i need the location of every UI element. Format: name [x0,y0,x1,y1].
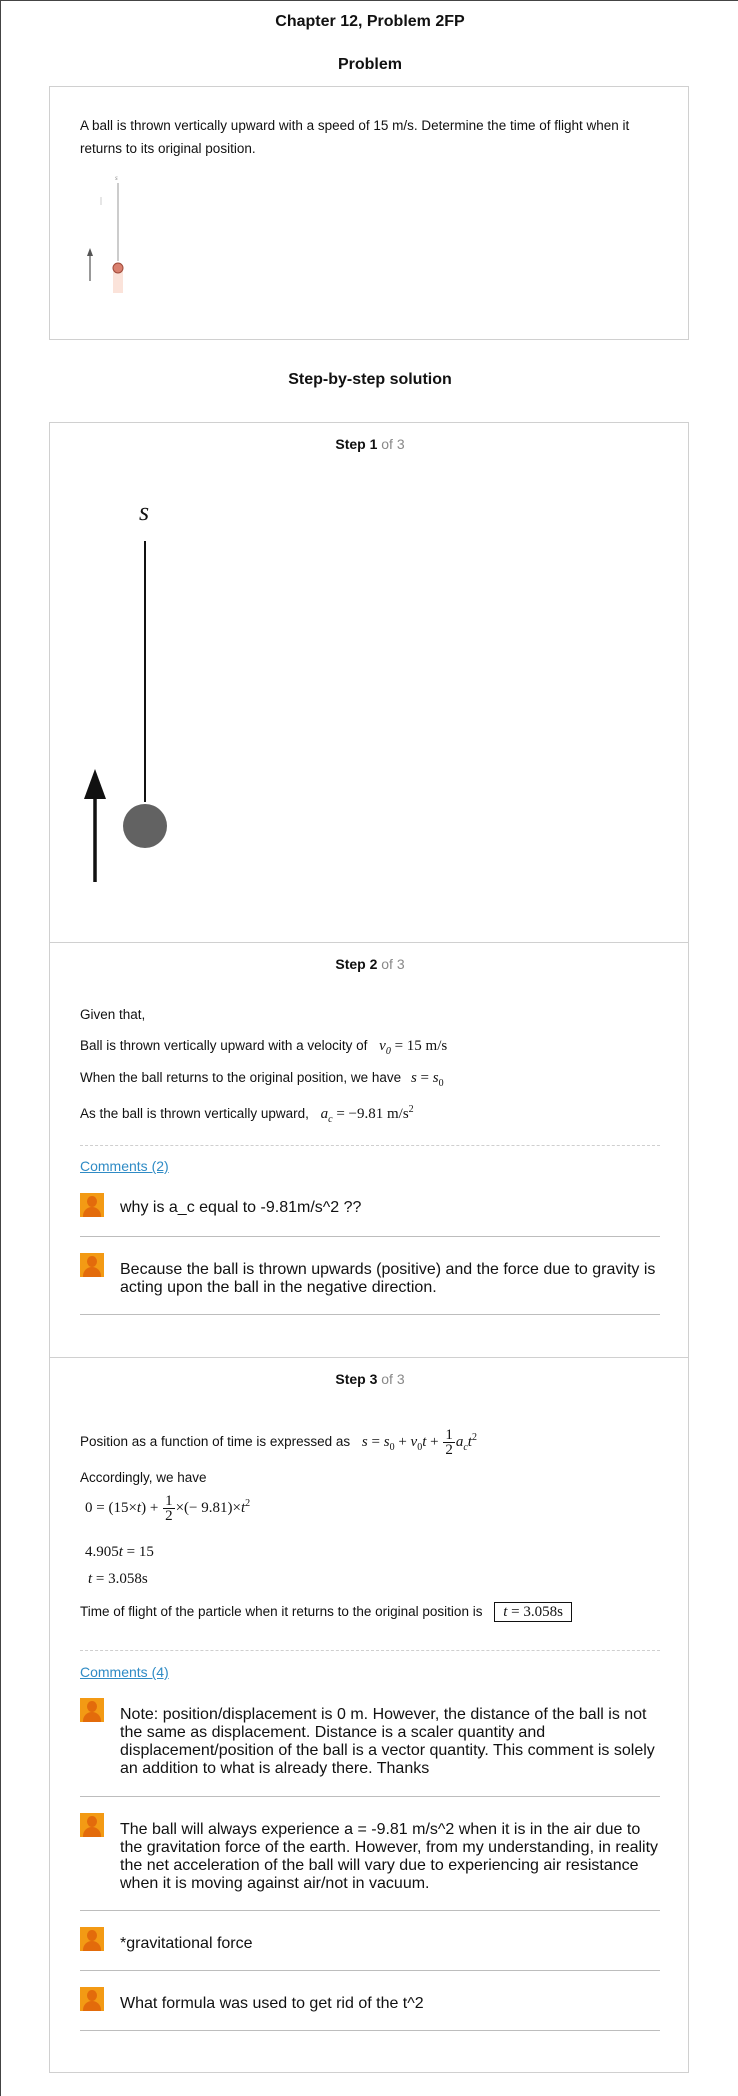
comment-text: why is a_c equal to -9.81m/s^2 ?? [120,1199,362,1216]
step-2-line-position: When the ball returns to the original po… [80,1070,444,1089]
avatar [80,1987,104,2011]
step-2-line-accel: As the ball is thrown vertically upward,… [80,1104,414,1125]
equation-2: 4.905t = 15 [85,1544,154,1560]
avatar [80,1193,104,1217]
position-function-equation: s = s0 + v0t + 1 2 act2 [361,1427,477,1459]
step-1-number: Step 1 [335,436,378,452]
comment-separator [80,1236,660,1237]
step-1-card: Step 1 of 3 s [49,422,689,943]
comment-separator [80,1910,660,1911]
step-1-figure: s [84,497,167,882]
position-equation: s = s0 [410,1070,444,1089]
comment-separator [80,1970,660,1971]
comment-text: What formula was used to get rid of the … [120,1995,424,2012]
step-3-card: Step 3 of 3 Position as a function of ti… [49,1357,689,2073]
problem-figure: s [87,174,124,293]
step-2-line-velocity: Ball is thrown vertically upward with a … [80,1038,448,1057]
comment-text: The ball will always experience a = -9.8… [120,1821,659,1892]
equation-1: 0 = (15×t) + 1 2 ×(− 9.81)×t2 [85,1493,251,1524]
problem-text: A ball is thrown vertically upward with … [80,118,630,156]
problem-figure-label: s [115,174,118,182]
step-3-number: Step 3 [335,1371,378,1387]
step-3-of: of 3 [381,1371,405,1387]
step-3-label: Step 3 of 3 [50,1371,690,1387]
step-1-figure-label: s [139,497,149,526]
step-3-line-accordingly: Accordingly, we have [80,1470,207,1485]
step-2-label: Step 2 of 3 [50,956,690,972]
step-2-number: Step 2 [335,956,378,972]
avatar [80,1253,104,1277]
comment-text: *gravitational force [120,1935,253,1952]
comments-link-step-2[interactable]: Comments (2) [80,1158,169,1174]
solution-heading: Step-by-step solution [288,371,452,388]
comments-link-step-3[interactable]: Comments (4) [80,1664,169,1680]
equation-3: t = 3.058s [88,1571,148,1587]
comment-text: Note: position/displacement is 0 m. Howe… [120,1706,655,1777]
divider [80,1650,660,1651]
problem-card: A ball is thrown vertically upward with … [49,86,689,340]
problem-heading: Problem [337,56,402,73]
acceleration-equation: ac = −9.81 m/s2 [320,1104,414,1125]
velocity-equation: v0 = 15 m/s [379,1038,448,1057]
comment-separator [80,2030,660,2031]
step-2-card: Step 2 of 3 Given that, Ball is thrown v… [49,943,689,1358]
avatar [80,1698,104,1722]
avatar [80,1813,104,1837]
step-2-of: of 3 [381,956,405,972]
comment-text: Because the ball is thrown upwards (posi… [120,1261,656,1296]
step-1-of: of 3 [381,436,405,452]
comment-separator [80,1796,660,1797]
page-title: Chapter 12, Problem 2FP [275,13,465,30]
step-3-line-answer: Time of flight of the particle when it r… [80,1600,572,1624]
comment-separator [80,1314,660,1315]
step-1-label: Step 1 of 3 [50,436,690,452]
step-2-line-given: Given that, [80,1007,146,1022]
step-3-line-position: Position as a function of time is expres… [80,1427,477,1459]
divider [80,1145,660,1146]
avatar [80,1927,104,1951]
answer-box: t = 3.058s [494,1602,572,1622]
